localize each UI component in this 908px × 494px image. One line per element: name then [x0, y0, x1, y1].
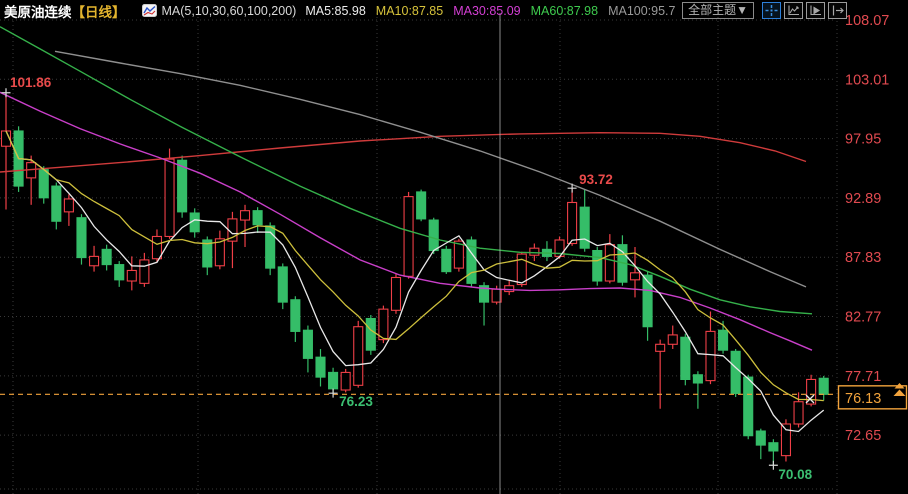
trading-chart-window: 101.8693.7276.2370.08108.07103.0197.9592… — [0, 0, 908, 494]
candle-body — [505, 286, 514, 292]
candle-body — [354, 327, 363, 386]
candle-body — [140, 260, 149, 283]
candle-body — [631, 273, 640, 280]
candle-body — [756, 431, 765, 445]
price-axis-label: 77.71 — [845, 369, 881, 385]
candle-body — [706, 331, 715, 380]
ma-value-label: MA60:87.98 — [531, 4, 598, 18]
ma-settings-label[interactable]: MA(5,10,30,60,100,200) — [162, 4, 297, 18]
crosshair-move-icon[interactable] — [762, 2, 781, 19]
candle-body — [429, 220, 438, 250]
indicator-icon[interactable] — [142, 4, 157, 17]
price-axis-label: 92.89 — [845, 191, 881, 207]
price-axis-label: 82.77 — [845, 310, 881, 326]
chart-forward-icon[interactable] — [806, 2, 825, 19]
candle-body — [165, 159, 174, 236]
ma10-line — [6, 131, 824, 401]
candle-body — [517, 254, 526, 284]
candle-body — [794, 402, 803, 424]
ma-value-label: MA5:85.98 — [305, 4, 365, 18]
exit-right-icon[interactable] — [828, 2, 847, 19]
swing-low-label: 76.23 — [339, 394, 373, 409]
candle-body — [77, 218, 86, 258]
candle-body — [580, 207, 589, 248]
candle-body — [90, 256, 99, 265]
candle-body — [769, 443, 778, 451]
candle-body — [656, 344, 665, 351]
candle-body — [241, 211, 250, 220]
ma-value-label: MA30:85.09 — [453, 4, 520, 18]
candle-body — [278, 267, 287, 302]
ma-values-group: MA5:85.98 MA10:87.85 MA30:85.09 MA60:87.98 M… — [305, 4, 685, 18]
candle-body — [52, 186, 61, 221]
candle-body — [719, 330, 728, 350]
candle-body — [329, 372, 338, 388]
candle-body — [643, 275, 652, 327]
swing-high-label: 93.72 — [579, 172, 613, 187]
candle-body — [731, 351, 740, 393]
price-axis-label: 103.01 — [845, 72, 889, 88]
candle-body — [693, 375, 702, 383]
candle-body — [379, 309, 388, 339]
header-toolbar: 全部主题▼ — [682, 2, 847, 19]
period-label[interactable]: 【日线】 — [72, 1, 126, 21]
price-axis-label: 87.83 — [845, 250, 881, 266]
candle-body — [404, 197, 413, 277]
theme-dropdown[interactable]: 全部主题▼ — [682, 2, 754, 19]
chart-header: 美原油连续 【日线】 MA(5,10,30,60,100,200) MA5:85… — [0, 0, 908, 21]
candle-body — [681, 337, 690, 379]
candle-body — [366, 319, 375, 351]
candle-body — [102, 249, 111, 264]
candle-body — [253, 211, 262, 225]
price-axis-label: 72.65 — [845, 428, 881, 444]
ma-value-label: MA10:87.85 — [376, 4, 443, 18]
candle-body — [316, 357, 325, 377]
candle-body — [568, 202, 577, 243]
candle-body — [64, 199, 73, 212]
swing-cross-marker — [329, 389, 338, 398]
swing-low-label: 70.08 — [778, 467, 812, 482]
toolbar-icons-group — [759, 2, 847, 19]
swing-high-label: 101.86 — [10, 75, 52, 90]
candle-body — [605, 245, 614, 281]
price-axis-label: 97.95 — [845, 132, 881, 148]
current-price-tag: 76.13 — [845, 391, 881, 407]
candle-body — [781, 424, 790, 456]
candle-body — [530, 248, 539, 255]
candle-body — [303, 330, 312, 358]
candle-body — [115, 265, 124, 280]
candle-body — [391, 277, 400, 310]
candle-body — [39, 170, 48, 198]
candlestick-series — [2, 93, 829, 465]
candle-body — [819, 378, 828, 394]
candle-body — [291, 300, 300, 332]
chart-scale-icon[interactable] — [784, 2, 803, 19]
candle-body — [341, 372, 350, 390]
candle-body — [744, 377, 753, 436]
ma-value-label: MA100:95.7 — [608, 4, 675, 18]
candle-body — [417, 192, 426, 219]
candle-body — [127, 270, 136, 281]
chart-canvas[interactable]: 101.8693.7276.2370.08108.07103.0197.9592… — [0, 0, 908, 494]
candle-body — [668, 335, 677, 344]
candle-body — [442, 249, 451, 271]
candle-body — [152, 236, 161, 258]
candle-body — [593, 251, 602, 281]
swing-cross-marker — [769, 461, 778, 470]
symbol-title: 美原油连续 — [4, 1, 72, 21]
